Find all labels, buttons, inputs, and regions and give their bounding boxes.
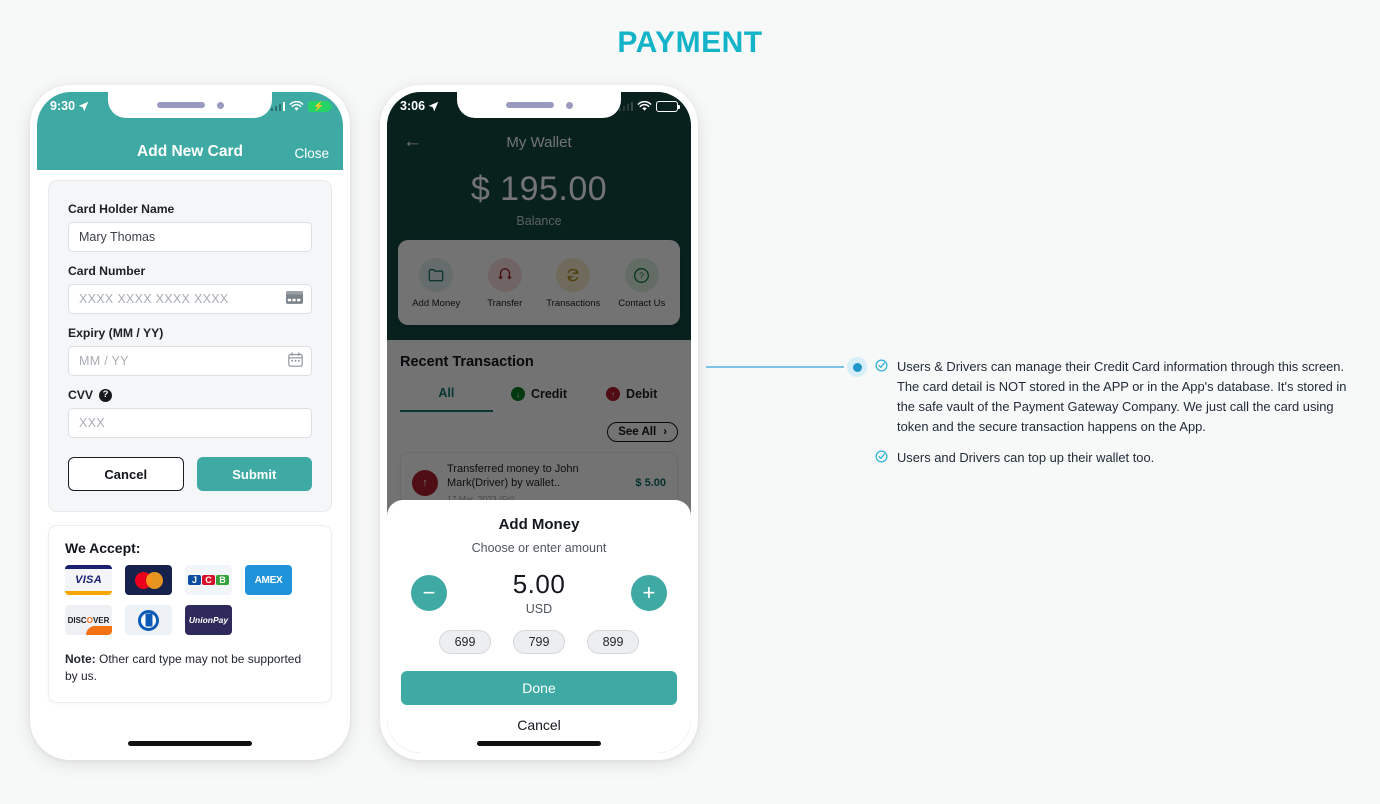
annotation-text: Users and Drivers can top up their walle… xyxy=(897,450,1155,465)
battery-charging-icon: ⚡ xyxy=(308,100,333,112)
wifi-icon-2 xyxy=(637,100,652,111)
card-number-label: Card Number xyxy=(68,264,146,278)
jcb-logo-icon: J C B xyxy=(185,565,232,595)
add-card-title: Add New Card xyxy=(137,143,243,160)
amount-currency: USD xyxy=(525,602,553,616)
location-arrow-icon-2 xyxy=(428,101,439,111)
add-card-body: Card Holder Name Mary Thomas Card Number… xyxy=(37,170,343,753)
annotation-connector-dot xyxy=(847,357,867,377)
visa-logo-icon: VISA xyxy=(65,565,112,595)
accept-note-bold: Note: xyxy=(65,652,96,666)
status-time: 9:30 xyxy=(50,99,76,113)
wifi-icon xyxy=(289,100,304,111)
field-card-number: Card Number XXXX XXXX XXXX XXXX xyxy=(68,264,312,314)
jcb-letter-b: B xyxy=(216,575,229,585)
field-card-holder-name: Card Holder Name Mary Thomas xyxy=(68,202,312,252)
jcb-letter-c: C xyxy=(202,575,215,585)
status-icons-group: ⚡ xyxy=(270,100,333,112)
accept-note: Note: Other card type may not be support… xyxy=(65,651,315,686)
card-number-value: XXXX XXXX XXXX XXXX xyxy=(79,292,229,306)
amount-stepper: − 5.00 USD + xyxy=(401,569,677,616)
cancel-button[interactable]: Cancel xyxy=(68,457,184,491)
preset-chip-699[interactable]: 699 xyxy=(439,630,491,654)
preset-amount-chips: 699 799 899 xyxy=(401,630,677,654)
decrement-button[interactable]: − xyxy=(411,574,447,611)
jcb-letter-j: J xyxy=(188,575,201,585)
we-accept-panel: We Accept: VISA J C B AMEX DISC O VER Un… xyxy=(48,525,332,703)
status-time-group: 9:30 xyxy=(50,99,89,113)
annotation-item: Users and Drivers can top up their walle… xyxy=(875,448,1365,468)
expiry-value: MM / YY xyxy=(79,354,129,368)
payment-screens-page: PAYMENT Add New Card Close 9:30 ⚡ Card H… xyxy=(0,0,1380,804)
accept-note-text: Other card type may not be supported by … xyxy=(65,652,302,684)
phone-2-screen: ← My Wallet $ 195.00 Balance Add Money T… xyxy=(387,92,691,753)
visa-logo-text: VISA xyxy=(75,574,102,586)
amount-value[interactable]: 5.00 xyxy=(513,569,566,600)
add-money-subtitle: Choose or enter amount xyxy=(471,541,607,555)
phone-1-screen: Add New Card Close 9:30 ⚡ Card Holder Na… xyxy=(37,92,343,753)
phone-my-wallet: ← My Wallet $ 195.00 Balance Add Money T… xyxy=(380,85,698,760)
unionpay-logo-icon: UnionPay xyxy=(185,605,232,635)
front-camera-2 xyxy=(565,101,573,109)
mastercard-logo-icon xyxy=(125,565,172,595)
preset-chip-799[interactable]: 799 xyxy=(513,630,565,654)
expiry-label: Expiry (MM / YY) xyxy=(68,326,164,340)
annotation-item: Users & Drivers can manage their Credit … xyxy=(875,357,1365,437)
discover-text-post: VER xyxy=(92,615,110,625)
submit-button[interactable]: Submit xyxy=(196,457,312,491)
status-time-group-2: 3:06 xyxy=(400,99,439,113)
front-camera xyxy=(216,101,224,109)
earpiece-speaker xyxy=(156,102,205,108)
phone-add-new-card: Add New Card Close 9:30 ⚡ Card Holder Na… xyxy=(30,85,350,760)
help-circle-icon[interactable]: ? xyxy=(99,388,113,402)
card-holder-name-label: Card Holder Name xyxy=(68,202,175,216)
diners-club-logo-icon xyxy=(125,605,172,635)
phone-notch-2 xyxy=(457,92,621,118)
field-cvv: CVV ? XXX xyxy=(68,388,312,438)
discover-logo-icon: DISC O VER xyxy=(65,605,112,635)
signal-bars-icon xyxy=(270,101,285,111)
card-logo-grid: VISA J C B AMEX DISC O VER UnionPay xyxy=(65,565,315,635)
amex-logo-icon: AMEX xyxy=(245,565,292,595)
add-money-title: Add Money xyxy=(498,516,580,533)
battery-icon-2 xyxy=(656,100,681,112)
increment-button[interactable]: + xyxy=(630,574,667,611)
discover-text-pre: DISC xyxy=(67,615,87,625)
credit-card-icon xyxy=(286,291,303,307)
card-number-input[interactable]: XXXX XXXX XXXX XXXX xyxy=(68,284,312,314)
check-circle-icon xyxy=(875,359,888,437)
card-holder-name-input[interactable]: Mary Thomas xyxy=(68,222,312,252)
home-indicator-2[interactable] xyxy=(477,741,601,746)
card-form-panel: Card Holder Name Mary Thomas Card Number… xyxy=(48,180,332,512)
done-button[interactable]: Done xyxy=(401,671,677,705)
calendar-icon xyxy=(288,352,303,370)
page-title: PAYMENT xyxy=(617,26,763,59)
location-arrow-icon xyxy=(78,101,89,111)
annotation-list: Users & Drivers can manage their Credit … xyxy=(875,357,1365,479)
annotation-connector-line xyxy=(706,366,844,368)
amount-display: 5.00 USD xyxy=(513,569,566,616)
field-expiry: Expiry (MM / YY) MM / YY xyxy=(68,326,312,376)
add-money-sheet: Add Money Choose or enter amount − 5.00 … xyxy=(387,500,691,753)
phone-notch xyxy=(108,92,272,118)
status-time-2: 3:06 xyxy=(400,99,426,113)
close-button[interactable]: Close xyxy=(294,146,329,161)
earpiece-speaker-2 xyxy=(505,102,554,108)
expiry-input[interactable]: MM / YY xyxy=(68,346,312,376)
annotation-text: Users & Drivers can manage their Credit … xyxy=(897,359,1347,434)
home-indicator-1[interactable] xyxy=(128,741,252,746)
cvv-label-text: CVV xyxy=(68,388,94,402)
form-actions: Cancel Submit xyxy=(68,457,312,491)
sheet-cancel-button[interactable]: Cancel xyxy=(401,717,677,733)
cvv-input[interactable]: XXX xyxy=(68,408,312,438)
status-icons-group-2 xyxy=(618,100,681,112)
cvv-label: CVV ? xyxy=(68,388,312,402)
check-circle-icon xyxy=(875,450,888,468)
we-accept-title: We Accept: xyxy=(65,540,141,556)
preset-chip-899[interactable]: 899 xyxy=(587,630,639,654)
